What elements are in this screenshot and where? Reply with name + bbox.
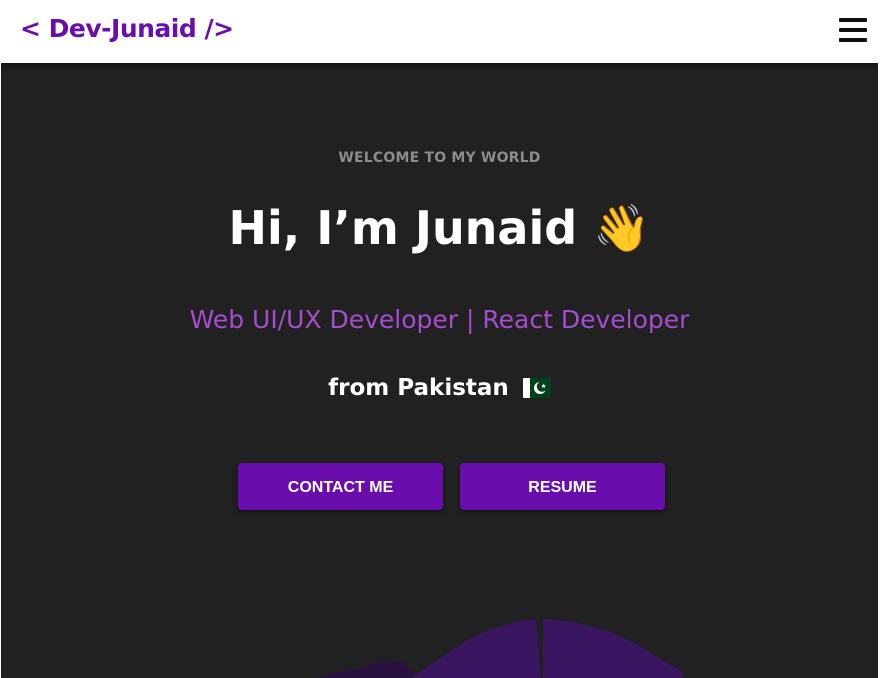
hero-section: WELCOME TO MY WORLD Hi, I’m Junaid 👋 Web…: [1, 63, 878, 678]
navbar: < Dev-Junaid />: [1, 1, 878, 63]
hero-greeting: Hi, I’m Junaid 👋: [1, 201, 878, 256]
pakistan-flag-icon: [522, 378, 551, 398]
page-frame: < Dev-Junaid /> WELCOME TO MY WORLD Hi, …: [1, 1, 878, 678]
origin-line: from Pakistan: [1, 375, 878, 401]
contact-me-button[interactable]: CONTACT ME: [238, 463, 443, 510]
waving-hand-icon: 👋: [593, 201, 651, 255]
role-subtitle: Web UI/UX Developer | React Developer: [189, 305, 690, 334]
welcome-text: WELCOME TO MY WORLD: [338, 150, 541, 166]
resume-button[interactable]: RESUME: [460, 463, 665, 510]
greeting-text: Hi, I’m Junaid: [228, 201, 578, 255]
decorative-background-shape: [317, 619, 685, 678]
site-logo[interactable]: < Dev-Junaid />: [20, 14, 234, 43]
hamburger-menu-icon[interactable]: [839, 18, 867, 44]
origin-text: from Pakistan: [328, 375, 509, 401]
